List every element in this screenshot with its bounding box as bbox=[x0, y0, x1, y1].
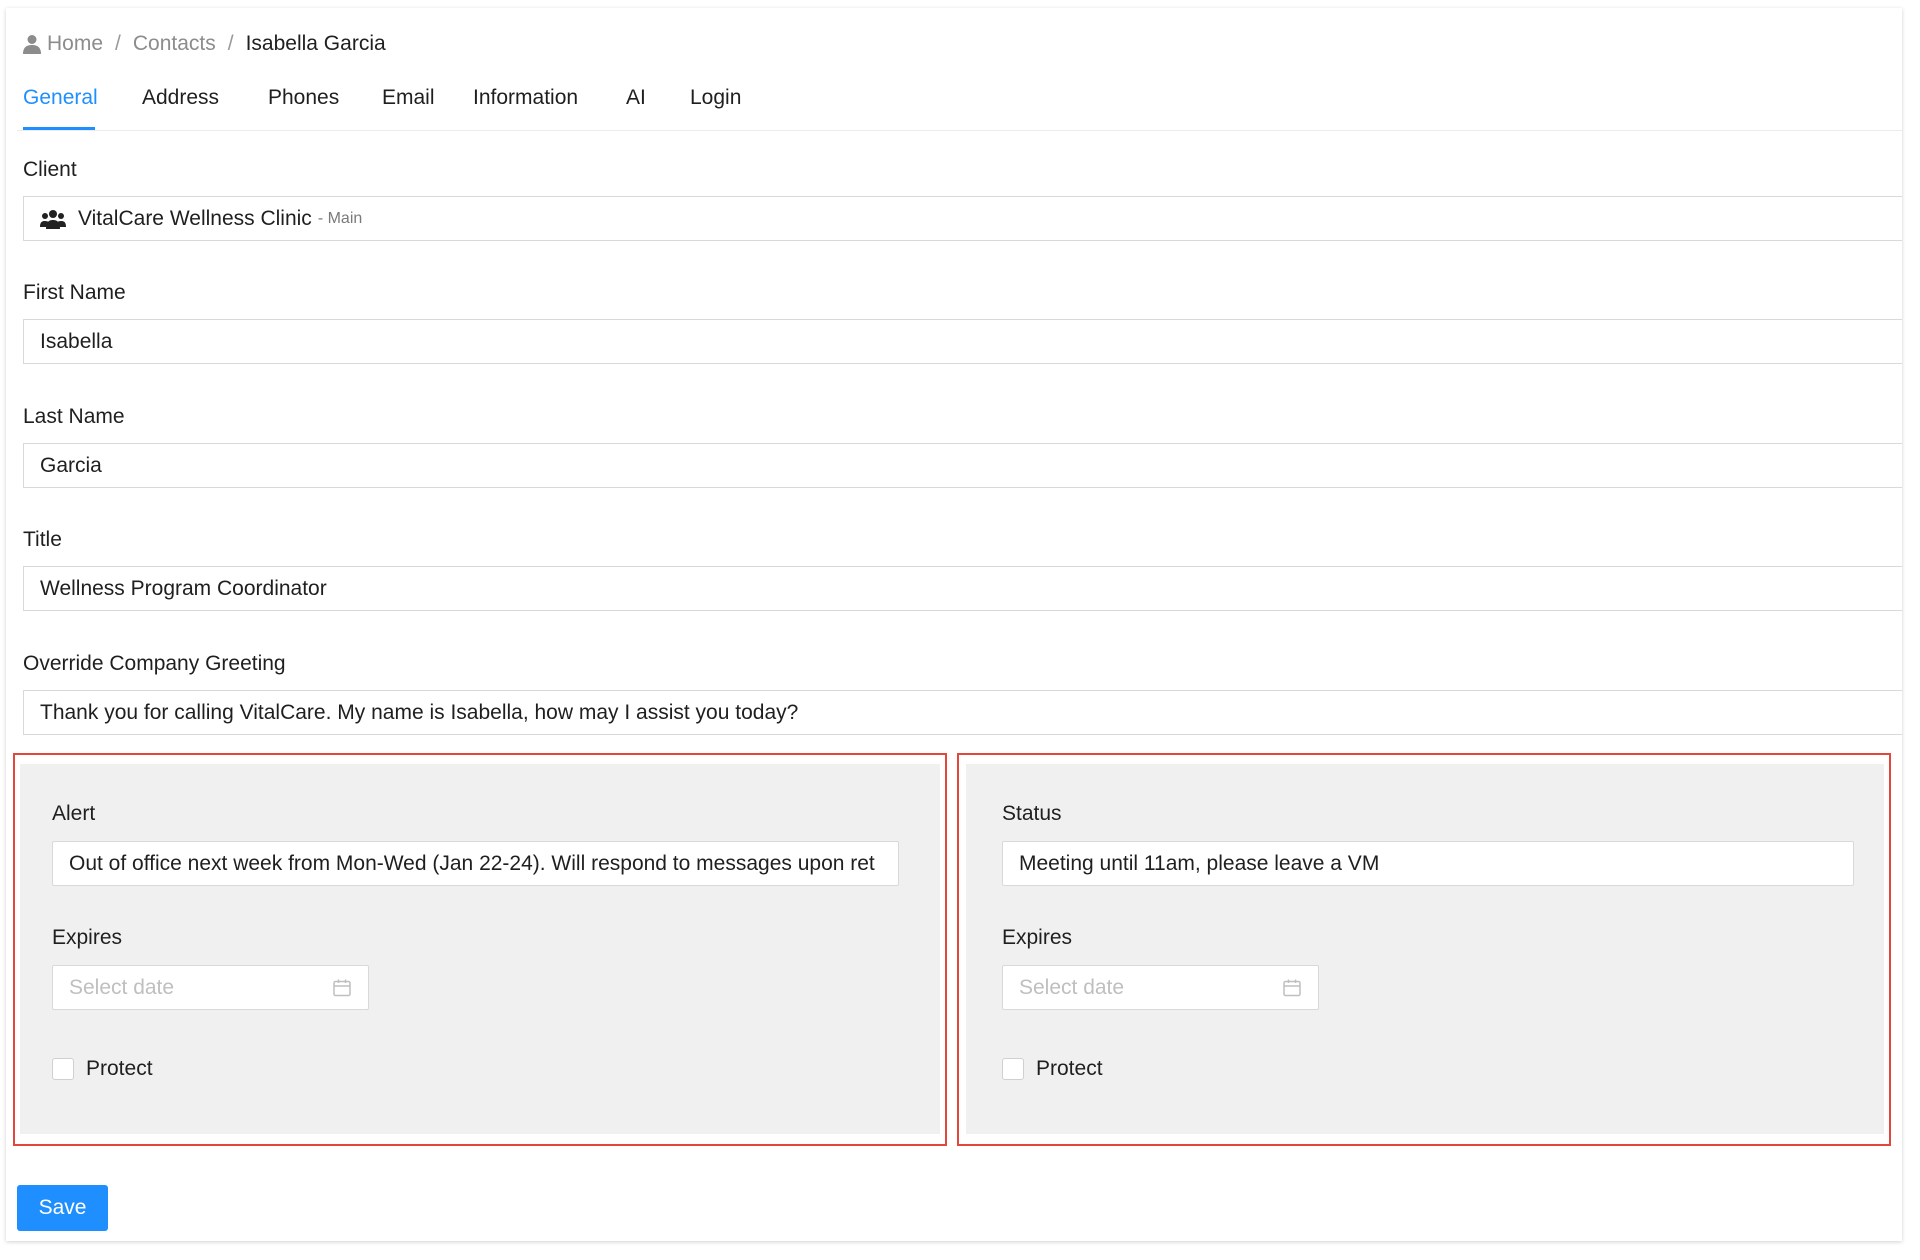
status-expires-label: Expires bbox=[1002, 926, 1073, 949]
breadcrumb: Home / Contacts / Isabella Garcia bbox=[23, 32, 386, 56]
tab-bar: General Address Phones Email Information… bbox=[17, 68, 1902, 131]
active-tab-indicator bbox=[23, 127, 95, 130]
alert-protect-label: Protect bbox=[86, 1057, 153, 1080]
contact-edit-card: Home / Contacts / Isabella Garcia Genera… bbox=[6, 8, 1902, 1241]
alert-protect-checkbox[interactable] bbox=[52, 1058, 74, 1080]
client-suffix: - Main bbox=[317, 209, 363, 227]
title-label: Title bbox=[23, 528, 62, 551]
first-name-input[interactable]: Isabella bbox=[23, 319, 1902, 364]
client-label: Client bbox=[23, 158, 77, 181]
save-button[interactable]: Save bbox=[17, 1185, 108, 1231]
tab-ai[interactable]: AI bbox=[626, 86, 646, 110]
status-protect-label: Protect bbox=[1036, 1057, 1103, 1080]
first-name-label: First Name bbox=[23, 281, 126, 304]
breadcrumb-separator: / bbox=[227, 32, 234, 55]
tab-login[interactable]: Login bbox=[690, 86, 741, 110]
breadcrumb-home-link[interactable]: Home bbox=[47, 32, 103, 56]
status-label: Status bbox=[1002, 802, 1062, 825]
calendar-icon bbox=[1283, 979, 1301, 996]
status-expires-placeholder: Select date bbox=[1019, 975, 1125, 999]
alert-expires-datepicker[interactable]: Select date bbox=[52, 965, 369, 1010]
tab-email[interactable]: Email bbox=[382, 86, 435, 110]
client-value: VitalCare Wellness Clinic bbox=[78, 206, 312, 230]
breadcrumb-current: Isabella Garcia bbox=[245, 32, 386, 55]
greeting-label: Override Company Greeting bbox=[23, 652, 286, 675]
status-input[interactable]: Meeting until 11am, please leave a VM bbox=[1002, 841, 1854, 886]
status-panel bbox=[966, 764, 1884, 1134]
last-name-input[interactable]: Garcia bbox=[23, 443, 1902, 488]
status-expires-datepicker[interactable]: Select date bbox=[1002, 965, 1319, 1010]
status-protect-checkbox[interactable] bbox=[1002, 1058, 1024, 1080]
alert-label: Alert bbox=[52, 802, 96, 825]
title-input[interactable]: Wellness Program Coordinator bbox=[23, 566, 1902, 611]
calendar-icon bbox=[333, 979, 351, 996]
alert-panel bbox=[20, 764, 940, 1134]
tab-information[interactable]: Information bbox=[473, 86, 578, 110]
tab-address[interactable]: Address bbox=[142, 86, 219, 110]
breadcrumb-separator: / bbox=[115, 32, 121, 55]
client-select[interactable]: VitalCare Wellness Clinic - Main bbox=[23, 196, 1902, 241]
greeting-input[interactable]: Thank you for calling VitalCare. My name… bbox=[23, 690, 1902, 735]
tab-phones[interactable]: Phones bbox=[268, 86, 339, 110]
users-icon bbox=[40, 209, 66, 229]
alert-expires-placeholder: Select date bbox=[69, 975, 175, 999]
breadcrumb-contacts-link[interactable]: Contacts bbox=[133, 32, 216, 56]
tab-general[interactable]: General bbox=[23, 86, 98, 110]
last-name-label: Last Name bbox=[23, 405, 125, 428]
person-icon bbox=[23, 35, 41, 54]
alert-input[interactable]: Out of office next week from Mon-Wed (Ja… bbox=[52, 841, 899, 886]
alert-expires-label: Expires bbox=[52, 926, 123, 949]
